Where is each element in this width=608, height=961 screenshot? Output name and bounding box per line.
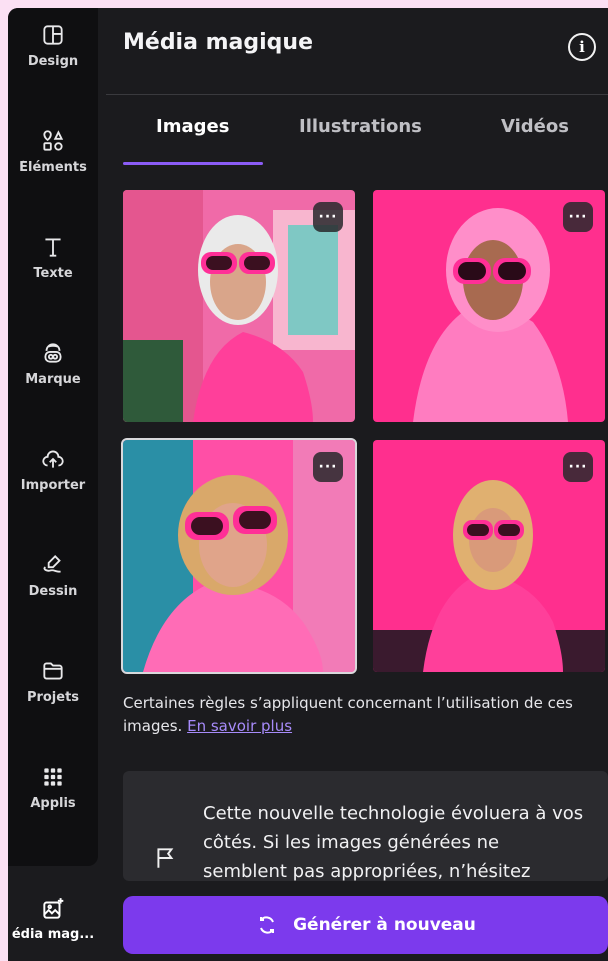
- folder-icon: [43, 662, 63, 680]
- usage-rules-text: Certaines règles s’appliquent concernant…: [123, 692, 603, 738]
- tab-videos[interactable]: Vidéos: [501, 116, 569, 137]
- generated-image-3[interactable]: ···: [121, 438, 357, 674]
- more-options-button[interactable]: ···: [563, 452, 593, 482]
- generated-image-1[interactable]: ···: [123, 190, 355, 422]
- sidebar-item-label: Projets: [26, 690, 80, 705]
- sidebar-item-label: Dessin: [28, 584, 78, 599]
- active-tab-indicator: [123, 162, 263, 165]
- magic-media-panel: Média magique i Images Illustrations Vid…: [106, 8, 608, 961]
- sidebar-item-label: Applis: [30, 796, 76, 811]
- sidebar-item-label: Éléments: [19, 160, 87, 175]
- tab-illustrations[interactable]: Illustrations: [299, 116, 422, 137]
- sidebar-item-brand[interactable]: Marque: [8, 340, 98, 430]
- learn-more-link[interactable]: En savoir plus: [187, 717, 292, 735]
- sidebar-item-draw[interactable]: Dessin: [8, 552, 98, 642]
- tab-images[interactable]: Images: [156, 116, 229, 137]
- sidebar-item-elements[interactable]: Éléments: [8, 128, 98, 218]
- brand-icon: [44, 343, 62, 363]
- sidebar-item-text[interactable]: Texte: [8, 234, 98, 324]
- generate-again-label: Générer à nouveau: [293, 915, 476, 935]
- sidebar-item-upload[interactable]: Importer: [8, 446, 98, 536]
- generated-image-4[interactable]: ···: [373, 440, 605, 672]
- sidebar-item-label: Marque: [25, 372, 81, 387]
- more-options-button[interactable]: ···: [313, 202, 343, 232]
- magic-media-icon: [43, 898, 64, 919]
- sidebar-item-apps[interactable]: Applis: [8, 764, 98, 854]
- upload-cloud-icon: [42, 450, 64, 468]
- flag-icon[interactable]: [153, 845, 179, 871]
- sidebar-item-label: Texte: [33, 266, 73, 281]
- layout-icon: [43, 25, 63, 45]
- elements-icon: [43, 130, 64, 151]
- sidebar-item-magic-media[interactable]: édia mag...: [8, 874, 98, 961]
- sidebar-item-projects[interactable]: Projets: [8, 658, 98, 748]
- more-options-button[interactable]: ···: [563, 202, 593, 232]
- app-frame: Design Éléments Texte Marque Importer De…: [8, 8, 608, 961]
- sidebar-item-label: édia mag...: [11, 927, 95, 942]
- sidebar-item-label: Importer: [20, 478, 86, 493]
- sidebar-item-label: Design: [27, 54, 79, 69]
- notice-text: Cette nouvelle technologie évoluera à vo…: [203, 803, 584, 881]
- text-icon: [45, 238, 61, 257]
- generated-image-2[interactable]: ···: [373, 190, 605, 422]
- sidebar-item-design[interactable]: Design: [8, 22, 98, 112]
- ai-notice-card: Cette nouvelle technologie évoluera à vo…: [123, 771, 608, 881]
- apps-grid-icon: [44, 768, 62, 786]
- panel-header: Média magique i: [106, 8, 608, 95]
- info-icon[interactable]: i: [568, 33, 596, 61]
- left-sidebar: Design Éléments Texte Marque Importer De…: [8, 8, 98, 866]
- more-options-button[interactable]: ···: [313, 452, 343, 482]
- draw-icon: [43, 555, 61, 573]
- generate-again-button[interactable]: Générer à nouveau: [123, 896, 608, 954]
- media-tabs: Images Illustrations Vidéos: [123, 116, 608, 166]
- panel-title: Média magique: [123, 30, 313, 55]
- refresh-icon: [260, 916, 275, 934]
